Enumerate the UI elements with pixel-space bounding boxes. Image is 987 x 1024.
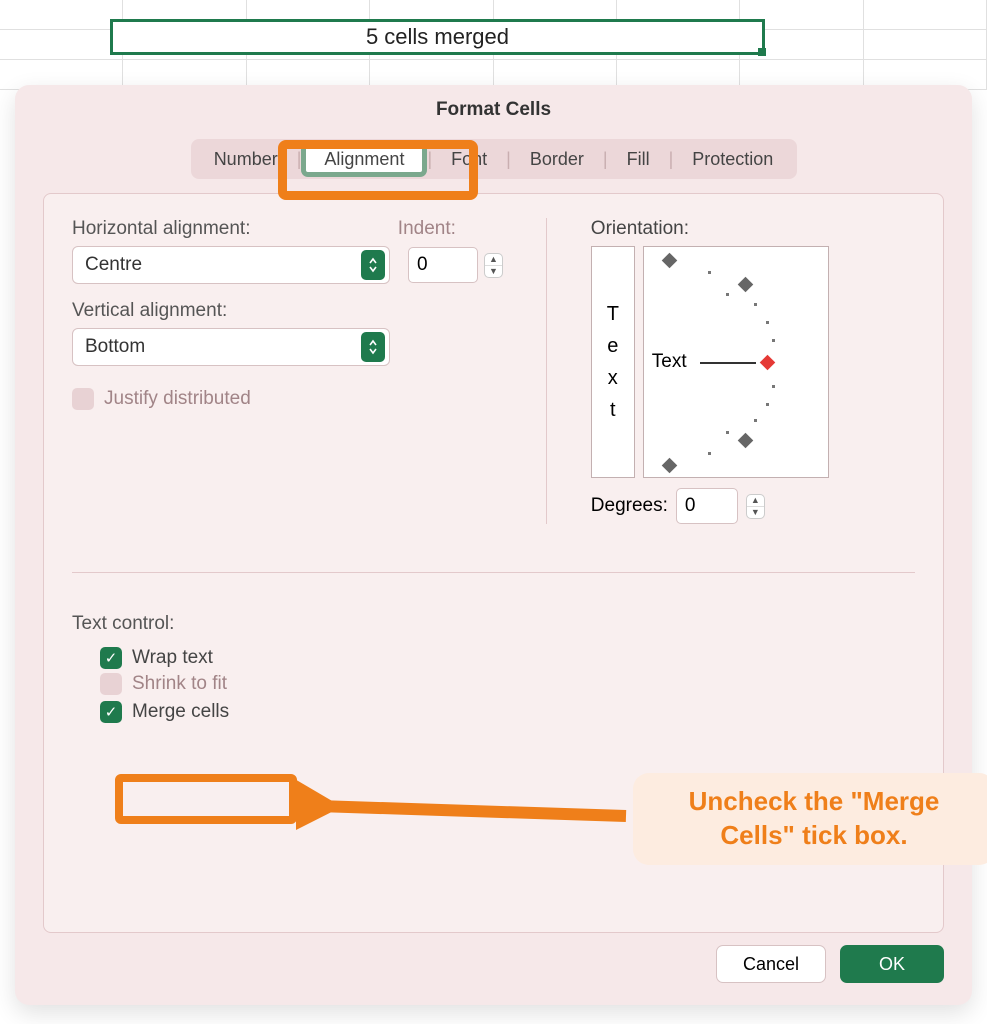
degrees-input[interactable]: 0 xyxy=(676,488,738,524)
shrink-to-fit-checkbox xyxy=(100,673,122,695)
orientation-dot-icon xyxy=(726,431,729,434)
tab-separator: | xyxy=(297,149,302,170)
tab-number[interactable]: Number xyxy=(196,143,296,176)
tab-separator: | xyxy=(603,149,608,170)
wrap-text-checkbox[interactable]: ✓ xyxy=(100,647,122,669)
merged-cell-selection[interactable]: 5 cells merged xyxy=(110,19,765,55)
updown-icon xyxy=(361,332,385,362)
indent-label: Indent: xyxy=(398,218,518,240)
orientation-vertical-x: x xyxy=(608,362,618,394)
orientation-dot-icon xyxy=(726,293,729,296)
orientation-tick-icon xyxy=(738,433,754,449)
vertical-alignment-select[interactable]: Bottom xyxy=(72,328,390,366)
orientation-dial-label: Text xyxy=(652,351,687,373)
tab-separator: | xyxy=(427,149,432,170)
orientation-vertical-t: T xyxy=(607,298,619,330)
format-cells-dialog: Format Cells Number | Alignment | Font |… xyxy=(15,85,972,1005)
merge-cells-checkbox[interactable]: ✓ xyxy=(100,701,122,723)
tab-border[interactable]: Border xyxy=(512,143,602,176)
selection-handle[interactable] xyxy=(758,48,766,56)
horizontal-alignment-value: Centre xyxy=(85,254,142,276)
orientation-dot-icon xyxy=(772,385,775,388)
annotation-callout: Uncheck the "Merge Cells" tick box. xyxy=(633,773,987,865)
orientation-tick-icon xyxy=(662,458,678,474)
tab-font[interactable]: Font xyxy=(433,143,505,176)
orientation-tick-icon xyxy=(662,253,678,269)
cancel-button[interactable]: Cancel xyxy=(716,945,826,983)
horizontal-alignment-select[interactable]: Centre xyxy=(72,246,390,284)
orientation-label: Orientation: xyxy=(591,218,915,240)
orientation-dot-icon xyxy=(766,403,769,406)
orientation-dial[interactable]: Text xyxy=(643,246,829,478)
wrap-text-label: Wrap text xyxy=(132,647,213,669)
orientation-dot-icon xyxy=(766,321,769,324)
ok-button[interactable]: OK xyxy=(840,945,944,983)
tab-protection[interactable]: Protection xyxy=(674,143,791,176)
orientation-dot-icon xyxy=(708,452,711,455)
indent-input[interactable]: 0 xyxy=(408,247,478,283)
orientation-tick-icon xyxy=(738,277,754,293)
orientation-vertical-e: e xyxy=(607,330,618,362)
tab-fill[interactable]: Fill xyxy=(609,143,668,176)
updown-icon xyxy=(361,250,385,280)
vertical-alignment-value: Bottom xyxy=(85,336,145,358)
merged-cell-text: 5 cells merged xyxy=(366,24,509,50)
orientation-dot-icon xyxy=(754,419,757,422)
orientation-vertical-t2: t xyxy=(610,394,616,426)
merge-cells-label: Merge cells xyxy=(132,701,229,723)
orientation-dot-icon xyxy=(708,271,711,274)
indent-stepper[interactable]: ▲▼ xyxy=(484,253,503,278)
orientation-dot-icon xyxy=(754,303,757,306)
annotation-arrow-icon xyxy=(296,752,636,872)
orientation-vertical-text-button[interactable]: T e x t xyxy=(591,246,635,478)
horizontal-alignment-label: Horizontal alignment: xyxy=(72,218,370,240)
degrees-label: Degrees: xyxy=(591,495,668,517)
orientation-dial-line xyxy=(700,362,756,364)
justify-distributed-label: Justify distributed xyxy=(104,388,251,410)
tab-separator: | xyxy=(506,149,511,170)
annotation-highlight-merge xyxy=(115,774,297,824)
tab-alignment[interactable]: Alignment xyxy=(302,143,426,176)
vertical-alignment-label: Vertical alignment: xyxy=(72,300,518,322)
orientation-dial-handle[interactable] xyxy=(760,355,776,371)
dialog-title: Format Cells xyxy=(15,85,972,131)
tab-separator: | xyxy=(669,149,674,170)
justify-distributed-checkbox xyxy=(72,388,94,410)
tab-bar: Number | Alignment | Font | Border | Fil… xyxy=(191,139,797,179)
shrink-to-fit-label: Shrink to fit xyxy=(132,673,227,695)
text-control-label: Text control: xyxy=(72,613,915,635)
degrees-stepper[interactable]: ▲▼ xyxy=(746,494,765,519)
orientation-dot-icon xyxy=(772,339,775,342)
